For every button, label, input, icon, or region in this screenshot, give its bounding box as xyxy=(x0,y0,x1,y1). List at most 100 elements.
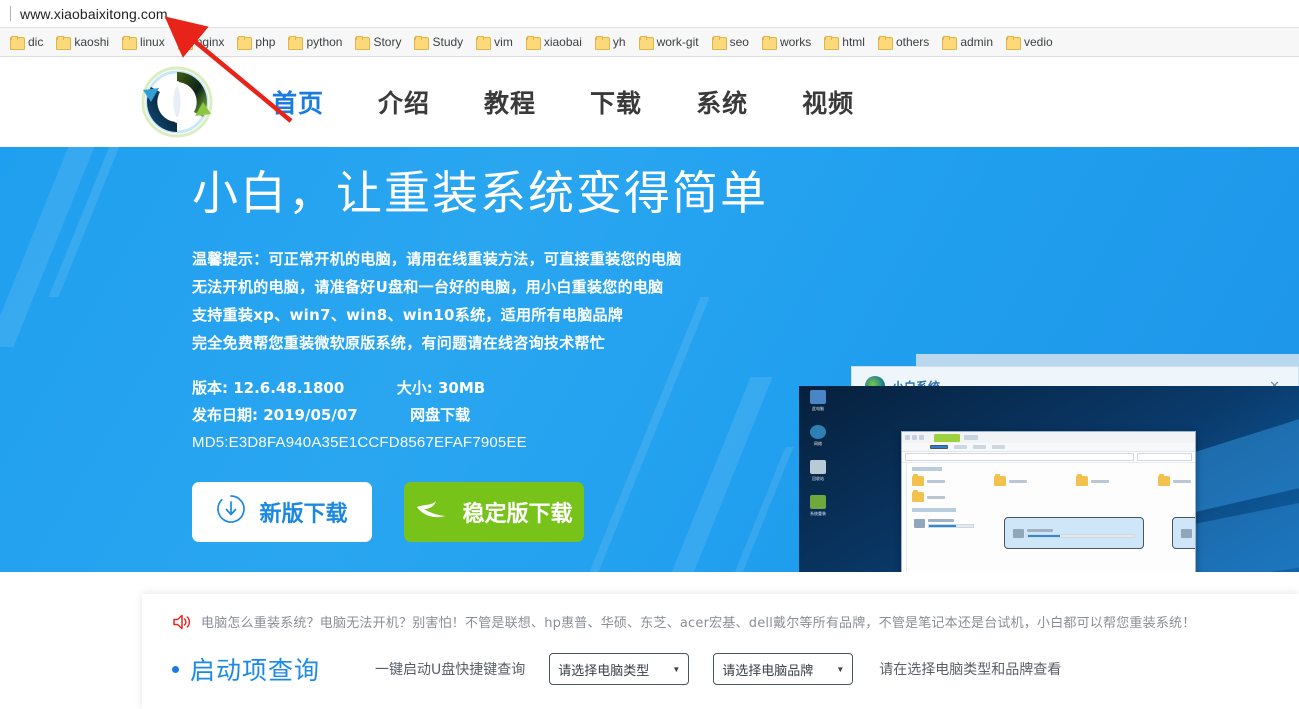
nav-item-2[interactable]: 教程 xyxy=(457,84,563,120)
chevron-down-icon: ▼ xyxy=(672,664,681,674)
bookmark-item[interactable]: others xyxy=(872,33,936,51)
this-pc-icon[interactable]: 此电脑 xyxy=(803,390,833,411)
computer-brand-select-value: 请选择电脑品牌 xyxy=(722,663,814,679)
bookmark-item[interactable]: Study xyxy=(408,33,470,51)
stable-version-download-button[interactable]: 稳定版下载 xyxy=(404,482,584,542)
netdisk-download-link[interactable]: 网盘下载 xyxy=(410,406,470,424)
date-label: 发布日期: xyxy=(192,406,258,424)
bookmark-label: dic xyxy=(28,35,44,49)
explorer-addressbar[interactable] xyxy=(902,452,1195,463)
notice-text: 电脑怎么重装系统？电脑无法开机？别害怕！不管是联想、hp惠普、华硕、东芝、ace… xyxy=(201,616,1196,631)
address-bar[interactable]: www.xiaobaixitong.com xyxy=(0,0,1299,28)
chevron-down-icon: ▼ xyxy=(836,664,845,674)
folder-icon xyxy=(711,36,727,50)
bookmark-item[interactable]: nginx xyxy=(172,33,232,51)
size-label: 大小: xyxy=(396,379,433,397)
folder-icon xyxy=(10,36,25,50)
bookmark-item[interactable]: works xyxy=(756,33,818,51)
bookmark-label: admin xyxy=(960,35,993,49)
bookmark-item[interactable]: linux xyxy=(116,33,172,51)
bookmark-item[interactable]: yh xyxy=(589,33,633,51)
folder-icon xyxy=(355,36,371,50)
bullet-icon xyxy=(172,665,179,673)
bookmark-item[interactable]: work-git xyxy=(633,33,706,51)
new-version-download-label: 新版下载 xyxy=(259,502,348,527)
folder-icon xyxy=(525,36,541,50)
folder-icon xyxy=(761,36,777,50)
folder-icon xyxy=(237,36,253,50)
bookmark-item[interactable]: vedio xyxy=(1000,33,1060,51)
folder-icon xyxy=(122,36,138,50)
download-circle-icon xyxy=(216,494,246,530)
nav-item-0[interactable]: 首页 xyxy=(245,84,351,120)
explorer-folder-item[interactable] xyxy=(1158,474,1195,486)
info-card: 电脑怎么重装系统？电脑无法开机？别害怕！不管是联想、hp惠普、华硕、东芝、ace… xyxy=(142,594,1299,709)
nav-item-1[interactable]: 介绍 xyxy=(351,84,457,120)
bookmark-item[interactable]: python xyxy=(282,33,349,51)
explorer-folder-item[interactable] xyxy=(1076,474,1136,486)
hero-line: 无法开机的电脑，请准备好U盘和一台好的电脑，用小白重装您的电脑 xyxy=(192,278,664,296)
hero-line: 支持重装xp、win7、win8、win10系统，适用所有电脑品牌 xyxy=(192,306,624,324)
bookmark-label: kaoshi xyxy=(74,35,110,49)
bookmark-label: yh xyxy=(612,35,626,49)
boot-query-hint: 请在选择电脑类型和品牌查看 xyxy=(879,662,1062,678)
explorer-drive-item[interactable] xyxy=(1004,517,1144,549)
bookmark-item[interactable]: vim xyxy=(470,33,520,51)
bookmark-item[interactable]: admin xyxy=(936,33,1000,51)
boot-query-title[interactable]: 启动项查询 xyxy=(190,651,320,687)
xiaobai-recycle-logo-icon[interactable] xyxy=(137,62,217,142)
computer-brand-select[interactable]: 请选择电脑品牌 ▼ xyxy=(713,653,854,685)
bookmark-item[interactable]: xiaobai xyxy=(520,33,589,51)
bookmark-item[interactable]: kaoshi xyxy=(50,33,116,51)
explorer-folder-item[interactable] xyxy=(994,474,1054,486)
nav-item-3[interactable]: 下载 xyxy=(563,84,669,120)
bookmark-item[interactable]: dic xyxy=(4,33,50,51)
computer-type-select[interactable]: 请选择电脑类型 ▼ xyxy=(549,653,690,685)
nav-item-5[interactable]: 视频 xyxy=(775,84,881,120)
bookmark-label: seo xyxy=(729,35,749,49)
bookmark-item[interactable]: html xyxy=(818,33,872,51)
bookmark-label: vedio xyxy=(1024,35,1053,49)
meta-row-version: 版本: 12.6.48.1800 大小: 30MB xyxy=(192,375,792,402)
explorer-drive-item[interactable] xyxy=(912,517,976,535)
bookmark-label: php xyxy=(255,35,276,49)
bookmark-item[interactable]: php xyxy=(231,33,282,51)
date-value: 2019/05/07 xyxy=(263,406,358,424)
folder-icon xyxy=(877,36,893,50)
site-header: 首页 介绍 教程 下载 系统 视频 xyxy=(0,57,1299,198)
bookmark-label: vim xyxy=(494,35,513,49)
hero-banner: 小白，让重装系统变得简单 温馨提示：可正常开机的电脑，请用在线重装方法，可直接重… xyxy=(0,147,1299,572)
bookmark-item[interactable]: Story xyxy=(349,33,408,51)
bookmarks-bar[interactable]: dic kaoshi linux nginx php python Story Study vi… xyxy=(0,28,1299,57)
explorer-ribbon[interactable] xyxy=(902,443,1195,452)
url-text: www.xiaobaixitong.com xyxy=(20,5,168,22)
folder-icon xyxy=(177,36,193,50)
bookmark-item[interactable]: seo xyxy=(706,33,756,51)
recycle-bin-icon[interactable]: 回收站 xyxy=(803,460,833,481)
hero-meta: 版本: 12.6.48.1800 大小: 30MB 发布日期: 2019/05/… xyxy=(192,375,792,456)
boot-query-subtitle: 一键启动U盘快捷键查询 xyxy=(375,662,526,678)
folder-icon xyxy=(594,36,610,50)
bookmark-label: others xyxy=(895,35,930,49)
folder-icon[interactable]: 系统重装 xyxy=(803,495,833,516)
folder-icon xyxy=(288,36,304,50)
bookmark-label: work-git xyxy=(656,35,699,49)
explorer-drive-item[interactable] xyxy=(1172,517,1195,549)
explorer-folder-item[interactable] xyxy=(912,474,972,486)
decor-stripe xyxy=(48,147,152,297)
network-icon[interactable]: 网络 xyxy=(803,425,833,446)
main-navigation[interactable]: 首页 介绍 教程 下载 系统 视频 xyxy=(245,84,881,120)
version-label: 版本: xyxy=(192,379,228,397)
nav-item-4[interactable]: 系统 xyxy=(669,84,775,120)
bookmark-label: works xyxy=(779,35,812,49)
stable-version-download-label: 稳定版下载 xyxy=(462,502,573,527)
desktop-icons[interactable]: 此电脑 网络 回收站 系统重装 xyxy=(803,390,833,530)
explorer-folder-item[interactable] xyxy=(912,490,972,502)
folder-icon xyxy=(638,36,654,50)
explorer-titlebar xyxy=(902,432,1195,443)
hero-text-block: 小白，让重装系统变得简单 温馨提示：可正常开机的电脑，请用在线重装方法，可直接重… xyxy=(192,157,792,542)
new-version-download-button[interactable]: 新版下载 xyxy=(192,482,372,542)
explorer-content-pane[interactable] xyxy=(907,463,1195,572)
speaker-icon xyxy=(172,613,192,631)
folder-icon xyxy=(1006,36,1021,50)
